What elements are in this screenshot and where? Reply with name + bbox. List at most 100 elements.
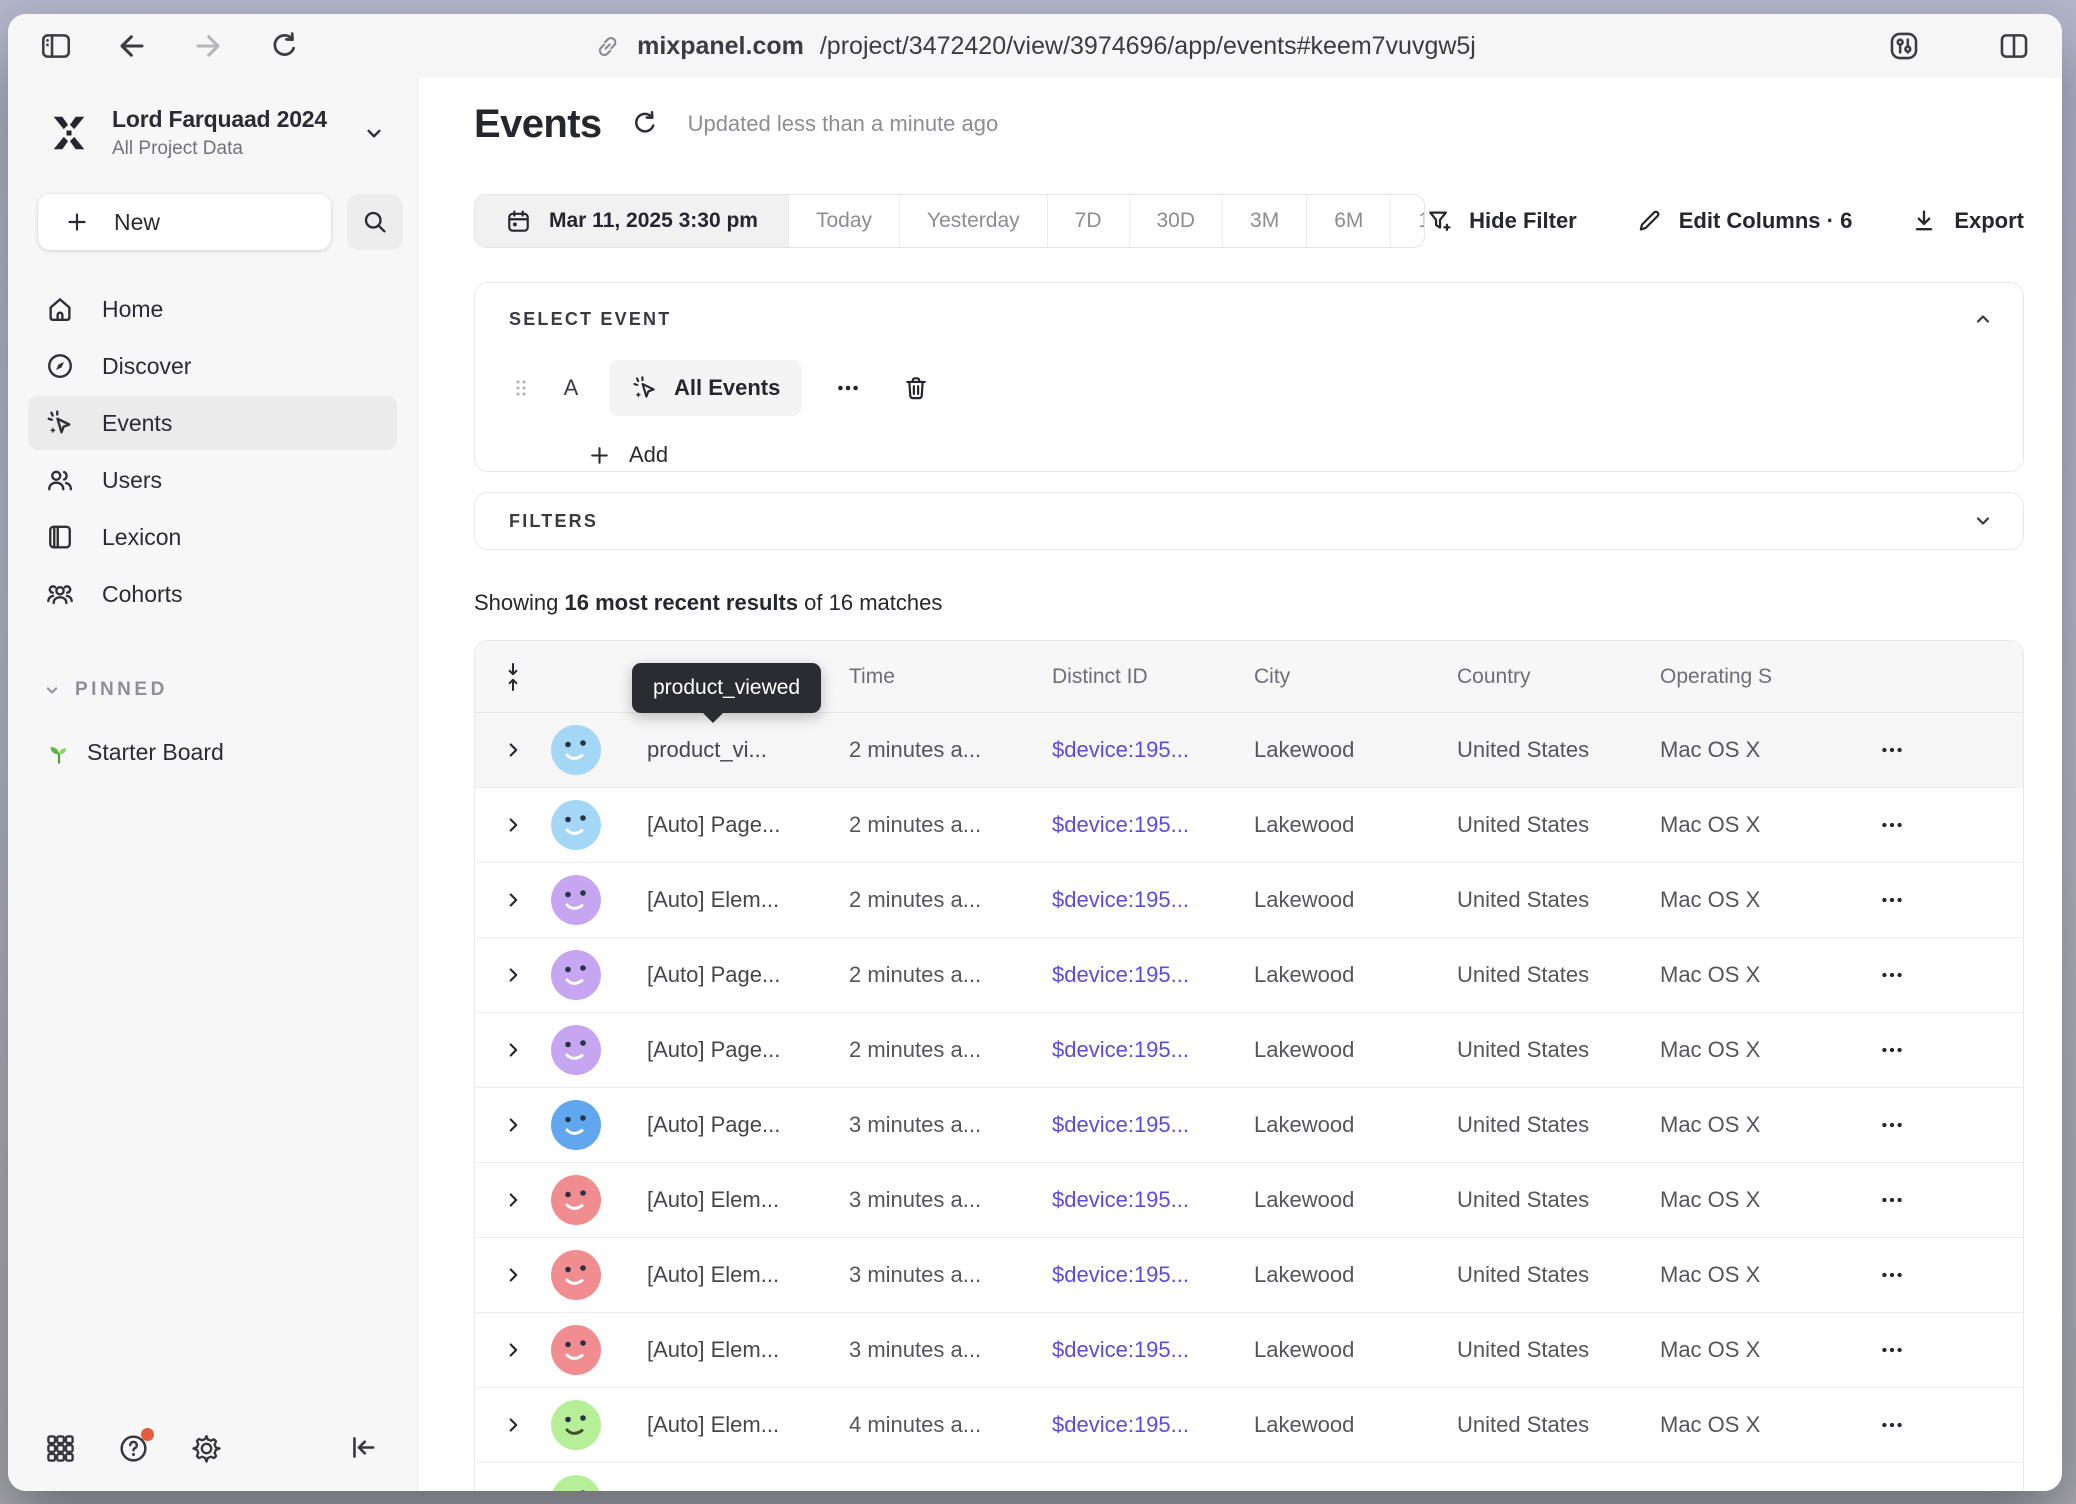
- table-row[interactable]: [Auto] Page... 3 minutes a... $device:19…: [475, 1088, 2023, 1163]
- table-row[interactable]: [Auto] Page... 2 minutes a... $device:19…: [475, 1013, 2023, 1088]
- row-menu-button[interactable]: [1863, 812, 1905, 838]
- hide-filter-button[interactable]: Hide Filter: [1425, 207, 1577, 235]
- row-menu-button[interactable]: [1863, 887, 1905, 913]
- event-name[interactable]: product_vi...: [647, 737, 849, 763]
- row-menu-button[interactable]: [1863, 1112, 1905, 1138]
- pinned-item-starter-board[interactable]: Starter Board: [8, 739, 417, 766]
- distinct-id-link[interactable]: $device:195...: [1052, 887, 1254, 913]
- split-view-icon[interactable]: [1996, 28, 2032, 64]
- event-name[interactable]: [Auto] Page...: [647, 962, 849, 988]
- collapse-panel-icon[interactable]: [1971, 307, 1995, 331]
- row-expand-icon[interactable]: [502, 889, 524, 911]
- table-row[interactable]: [Auto] Elem... 3 minutes a... $device:19…: [475, 1163, 2023, 1238]
- row-expand-icon[interactable]: [502, 1264, 524, 1286]
- distinct-id-link[interactable]: $device:195...: [1052, 812, 1254, 838]
- add-event-button[interactable]: Add: [587, 442, 1989, 468]
- sidebar-item-cohorts[interactable]: Cohorts: [28, 567, 397, 621]
- row-expand-icon[interactable]: [502, 1114, 524, 1136]
- distinct-id-link[interactable]: $device:195...: [1052, 737, 1254, 763]
- sidebar-item-events[interactable]: Events: [28, 396, 397, 450]
- table-row[interactable]: [Auto] Page... 2 minutes a... $device:19…: [475, 788, 2023, 863]
- event-name[interactable]: [Auto] Elem...: [647, 887, 849, 913]
- sidebar-toggle-icon[interactable]: [38, 28, 74, 64]
- row-expand-icon[interactable]: [502, 1039, 524, 1061]
- event-name[interactable]: [Auto] Page...: [647, 812, 849, 838]
- collapse-sidebar-icon[interactable]: [348, 1432, 381, 1465]
- event-name[interactable]: [Auto] Page...: [647, 1037, 849, 1063]
- table-row[interactable]: [Auto] Elem... 4 minutes a... $device:19…: [475, 1388, 2023, 1463]
- row-menu-button[interactable]: [1863, 1187, 1905, 1213]
- table-row[interactable]: product_vi... 2 minutes a... $device:195…: [475, 713, 2023, 788]
- event-more-button[interactable]: [835, 375, 861, 401]
- expand-filters-icon[interactable]: [1971, 509, 1995, 533]
- column-header-time[interactable]: Time: [849, 665, 1052, 689]
- row-menu-button[interactable]: [1863, 1337, 1905, 1363]
- range-12m[interactable]: 12M: [1390, 195, 1425, 247]
- row-menu-button[interactable]: [1863, 962, 1905, 988]
- refresh-icon[interactable]: [630, 109, 660, 139]
- delete-event-icon[interactable]: [902, 374, 930, 402]
- sidebar-item-users[interactable]: Users: [28, 453, 397, 507]
- distinct-id-link[interactable]: $device:195...: [1052, 1337, 1254, 1363]
- range-6m[interactable]: 6M: [1306, 195, 1390, 247]
- table-row[interactable]: [Auto] Elem... 2 minutes a... $device:19…: [475, 863, 2023, 938]
- edit-columns-button[interactable]: Edit Columns · 6: [1635, 207, 1853, 235]
- help-icon[interactable]: [117, 1432, 150, 1465]
- column-header-os[interactable]: Operating S: [1660, 665, 1863, 689]
- address-bar[interactable]: mixpanel.com/project/3472420/view/397469…: [594, 14, 1476, 78]
- table-row[interactable]: [Auto] Elem... 3 minutes a... $device:19…: [475, 1313, 2023, 1388]
- row-menu-button[interactable]: [1863, 1037, 1905, 1063]
- distinct-id-link[interactable]: $device:195...: [1052, 1112, 1254, 1138]
- column-header-city[interactable]: City: [1254, 665, 1457, 689]
- event-name[interactable]: [Auto] Elem...: [647, 1412, 849, 1438]
- row-expand-icon[interactable]: [502, 964, 524, 986]
- event-name[interactable]: [Auto] Page...: [647, 1112, 849, 1138]
- event-name[interactable]: [Auto] Elem...: [647, 1262, 849, 1288]
- search-button[interactable]: [347, 194, 403, 250]
- range-3m[interactable]: 3M: [1222, 195, 1306, 247]
- event-country: United States: [1457, 1262, 1660, 1288]
- forward-button[interactable]: [190, 28, 226, 64]
- range-today[interactable]: Today: [788, 195, 899, 247]
- new-button[interactable]: New: [38, 194, 331, 250]
- row-expand-icon[interactable]: [502, 1189, 524, 1211]
- event-selector-button[interactable]: All Events: [609, 360, 802, 416]
- distinct-id-link[interactable]: $device:195...: [1052, 1412, 1254, 1438]
- date-picker-button[interactable]: Mar 11, 2025 3:30 pm: [475, 195, 788, 247]
- range-yesterday[interactable]: Yesterday: [899, 195, 1047, 247]
- distinct-id-link[interactable]: $device:195...: [1052, 1037, 1254, 1063]
- row-expand-icon[interactable]: [502, 1414, 524, 1436]
- row-expand-icon[interactable]: [502, 739, 524, 761]
- row-expand-icon[interactable]: [502, 1489, 524, 1491]
- sidebar-item-home[interactable]: Home: [28, 282, 397, 336]
- row-menu-button[interactable]: [1863, 1412, 1905, 1438]
- row-expand-icon[interactable]: [502, 1339, 524, 1361]
- range-7d[interactable]: 7D: [1047, 195, 1129, 247]
- pinned-section-toggle[interactable]: PINNED: [8, 679, 417, 701]
- range-30d[interactable]: 30D: [1129, 195, 1223, 247]
- row-menu-button[interactable]: [1863, 737, 1905, 763]
- distinct-id-link[interactable]: $device:195...: [1052, 1187, 1254, 1213]
- drag-handle-icon[interactable]: [509, 376, 533, 400]
- event-name[interactable]: [Auto] Elem...: [647, 1187, 849, 1213]
- workspace-switcher[interactable]: Lord Farquaad 2024 All Project Data: [8, 106, 417, 160]
- sidebar-item-discover[interactable]: Discover: [28, 339, 397, 393]
- back-button[interactable]: [114, 28, 150, 64]
- apps-grid-icon[interactable]: [44, 1432, 77, 1465]
- column-header-distinct-id[interactable]: Distinct ID: [1052, 665, 1254, 689]
- gear-icon[interactable]: [190, 1432, 223, 1465]
- row-expand-icon[interactable]: [502, 814, 524, 836]
- table-row[interactable]: [Auto] Elem... 3 minutes a... $device:19…: [475, 1238, 2023, 1313]
- sidebar-item-lexicon[interactable]: Lexicon: [28, 510, 397, 564]
- distinct-id-link[interactable]: $device:195...: [1052, 1262, 1254, 1288]
- browser-settings-icon[interactable]: [1886, 28, 1922, 64]
- table-row[interactable]: [Auto] Page... 2 minutes a... $device:19…: [475, 938, 2023, 1013]
- distinct-id-link[interactable]: $device:195...: [1052, 962, 1254, 988]
- reload-button[interactable]: [266, 28, 302, 64]
- event-name[interactable]: [Auto] Elem...: [647, 1337, 849, 1363]
- export-button[interactable]: Export: [1910, 207, 2024, 235]
- row-menu-button[interactable]: [1863, 1262, 1905, 1288]
- column-header-country[interactable]: Country: [1457, 665, 1660, 689]
- table-row[interactable]: [475, 1463, 2023, 1491]
- sort-icon[interactable]: [503, 661, 523, 693]
